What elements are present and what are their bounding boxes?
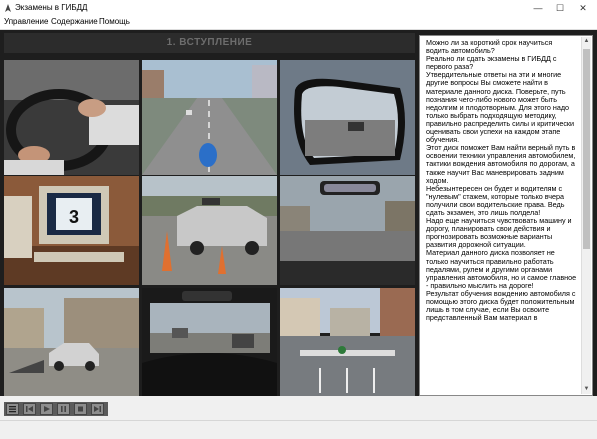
photo-car-on-ramp: [4, 288, 139, 396]
photo-side-mirror: [280, 60, 415, 175]
scroll-down-icon[interactable]: ▼: [582, 385, 591, 394]
menu-item-control[interactable]: Управление: [4, 17, 48, 26]
photo-intersection-markings: [280, 288, 415, 396]
window-title: Экзамены в ГИБДД: [15, 3, 88, 12]
maximize-icon[interactable]: ☐: [552, 0, 568, 16]
list-icon[interactable]: [6, 403, 19, 415]
section-heading: 1. ВСТУПЛЕНИЕ: [4, 33, 415, 53]
minimize-icon[interactable]: —: [530, 0, 546, 16]
intro-text: Можно ли за короткий срок научиться води…: [426, 38, 577, 323]
title-bar: Экзамены в ГИБДД — ☐ ✕: [0, 0, 597, 16]
photo-driver-view-traffic: [142, 288, 277, 396]
play-icon[interactable]: [40, 403, 53, 415]
intro-text-panel[interactable]: Можно ли за короткий срок научиться води…: [419, 35, 593, 396]
close-icon[interactable]: ✕: [575, 0, 591, 16]
scroll-up-icon[interactable]: ▲: [582, 37, 591, 46]
first-icon[interactable]: [23, 403, 36, 415]
app-icon: [5, 4, 11, 12]
photo-computer-exam: 3: [4, 176, 139, 285]
control-button-group: [4, 402, 108, 416]
photo-city-road-mirror: [280, 176, 415, 285]
menu-item-help[interactable]: Помощь: [99, 17, 130, 26]
last-icon[interactable]: [91, 403, 104, 415]
photo-hands-on-steering-wheel: [4, 60, 139, 175]
scroll-thumb[interactable]: [583, 49, 590, 249]
menu-bar: Управление Содержание Помощь: [0, 16, 597, 30]
photo-road-blue-car: [142, 60, 277, 175]
pause-icon[interactable]: [57, 403, 70, 415]
status-bar: [0, 420, 597, 439]
text-scrollbar[interactable]: ▲ ▼: [581, 37, 591, 394]
exam-digit: 3: [69, 207, 79, 227]
photo-training-car-cones: [142, 176, 277, 285]
main-content: 1. ВСТУПЛЕНИЕ 3 Можно ли за короткий сро…: [0, 30, 597, 396]
player-controls: [0, 396, 597, 420]
menu-item-contents[interactable]: Содержание: [51, 17, 98, 26]
stop-icon[interactable]: [74, 403, 87, 415]
